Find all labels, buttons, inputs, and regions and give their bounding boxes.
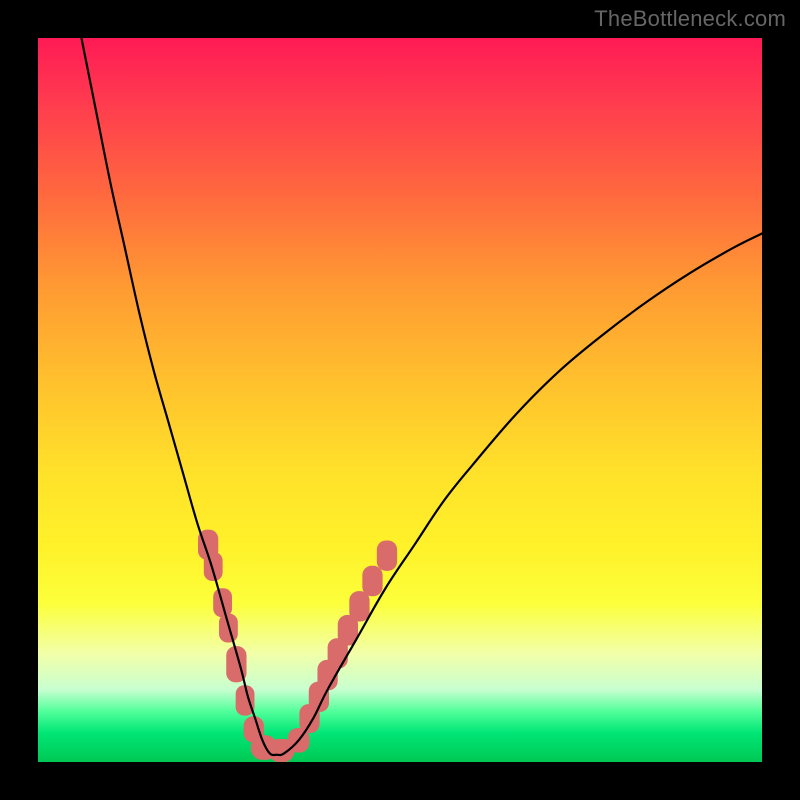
right-cluster-marker-8	[377, 540, 397, 570]
right-cluster-marker-7	[362, 566, 382, 596]
bottleneck-curve	[81, 38, 762, 755]
chart-frame: TheBottleneck.com	[0, 0, 800, 800]
right-cluster-marker-6	[349, 591, 369, 621]
plot-area	[38, 38, 762, 762]
watermark-text: TheBottleneck.com	[594, 6, 786, 32]
chart-svg	[38, 38, 762, 762]
markers-group	[198, 530, 397, 762]
left-cluster-marker-2	[204, 552, 223, 581]
